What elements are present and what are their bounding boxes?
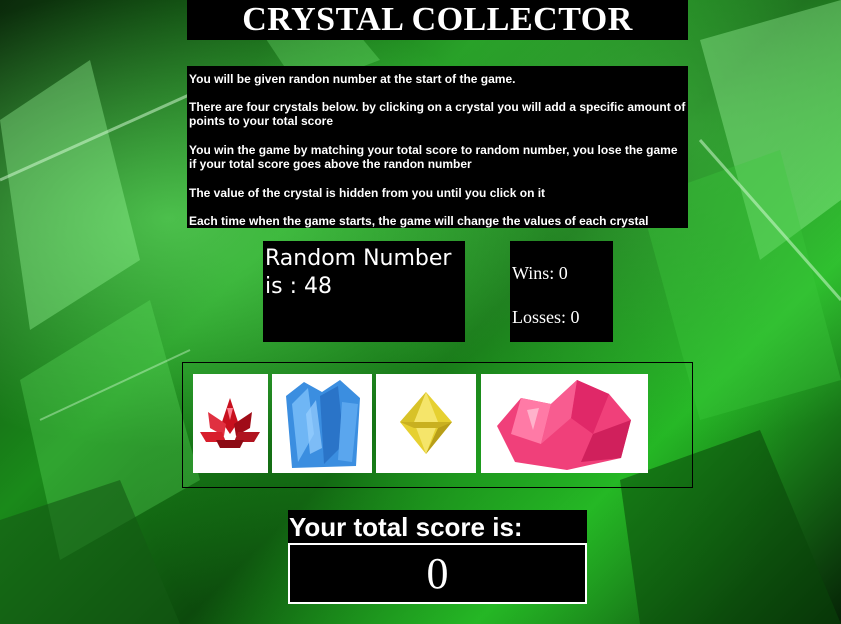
instruction-line: There are four crystals below. by clicki… — [189, 100, 686, 128]
red-lotus-crystal-icon — [200, 398, 260, 448]
crystal-button-red[interactable] — [193, 374, 268, 473]
score-label-text: Your total score is: — [289, 512, 523, 542]
crystal-button-pink[interactable] — [481, 374, 648, 473]
stats-box: Wins: 0 Losses: 0 — [510, 241, 613, 342]
losses-count: Losses: 0 — [512, 307, 580, 327]
score-box: 0 — [288, 543, 587, 604]
random-number-label: Random Number is : 48 — [265, 246, 452, 299]
total-score-value: 0 — [426, 549, 449, 598]
instruction-line: You win the game by matching your total … — [189, 143, 678, 171]
random-number-box: Random Number is : 48 — [263, 241, 465, 342]
wins-count: Wins: 0 — [512, 263, 568, 283]
instruction-line: You will be given randon number at the s… — [189, 72, 516, 86]
title-bar: CRYSTAL COLLECTOR — [187, 0, 688, 40]
instruction-line: The value of the crystal is hidden from … — [189, 186, 546, 200]
pink-crystal-cluster-icon — [497, 380, 631, 470]
instructions-panel: You will be given randon number at the s… — [187, 66, 688, 228]
blue-crystal-cluster-icon — [286, 380, 360, 468]
crystal-button-yellow[interactable] — [376, 374, 476, 473]
score-label: Your total score is: — [288, 510, 587, 544]
crystal-button-blue[interactable] — [272, 374, 372, 473]
page-title: CRYSTAL COLLECTOR — [242, 1, 633, 38]
instruction-line: Each time when the game starts, the game… — [189, 214, 649, 228]
yellow-bicone-crystal-icon — [400, 392, 452, 454]
